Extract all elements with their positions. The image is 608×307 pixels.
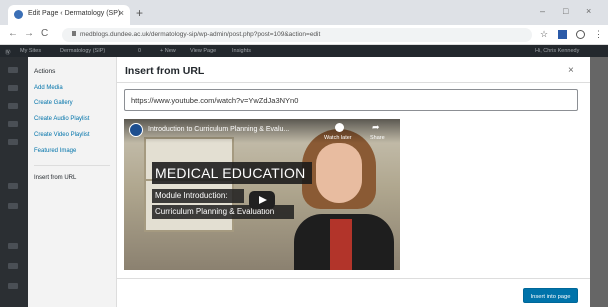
admin-bar-new[interactable]: + New <box>160 48 176 54</box>
media-modal: Actions Add Media Create Gallery Create … <box>28 57 590 307</box>
lock-icon <box>72 31 76 36</box>
admin-bar-comments[interactable]: 0 <box>138 48 141 54</box>
extension-icon[interactable] <box>558 30 567 39</box>
video-embed-preview[interactable]: Introduction to Curriculum Planning & Ev… <box>124 119 400 270</box>
minimize-icon[interactable]: – <box>540 6 545 16</box>
url-input[interactable] <box>124 89 578 111</box>
menu-item-add-media[interactable]: Add Media <box>34 85 63 91</box>
video-title[interactable]: Introduction to Curriculum Planning & Ev… <box>148 126 289 133</box>
wp-admin-bar: Ⓦ My Sites Dermatology (SIP) 0 + New Vie… <box>0 45 608 57</box>
menu-separator <box>34 165 110 166</box>
window-close-icon[interactable]: × <box>586 6 591 16</box>
admin-bar-site-name[interactable]: Dermatology (SIP) <box>60 48 105 54</box>
watch-later-icon[interactable] <box>335 123 344 132</box>
media-icon[interactable] <box>8 103 18 109</box>
settings-icon[interactable] <box>8 283 18 289</box>
wordpress-logo-icon[interactable]: Ⓦ <box>5 48 11 56</box>
share-icon[interactable]: ➦ <box>372 122 380 133</box>
toolbar-divider <box>117 278 590 279</box>
share-label[interactable]: Share <box>370 135 385 141</box>
menu-item-create-gallery[interactable]: Create Gallery <box>34 100 73 106</box>
video-presenter-face <box>316 143 362 203</box>
bookmark-star-icon[interactable]: ☆ <box>540 29 548 40</box>
back-icon[interactable]: ← <box>8 28 18 39</box>
users-icon[interactable] <box>8 243 18 249</box>
comments-icon[interactable] <box>8 139 18 145</box>
media-menu: Actions Add Media Create Gallery Create … <box>28 57 117 307</box>
video-presenter-shirt <box>330 219 352 270</box>
posts-icon[interactable] <box>8 85 18 91</box>
play-button-icon[interactable] <box>249 191 275 209</box>
admin-bar-insights[interactable]: Insights <box>232 48 251 54</box>
tab-title: Edit Page ‹ Dermatology (SP) <box>28 10 121 17</box>
plugins-icon[interactable] <box>8 203 18 209</box>
maximize-icon[interactable]: □ <box>563 6 568 16</box>
menu-item-insert-from-url[interactable]: Insert from URL <box>34 175 76 181</box>
new-tab-button[interactable]: + <box>136 6 143 20</box>
video-subtitle-1: Module Introduction: <box>152 189 244 203</box>
reload-icon[interactable]: C <box>41 28 48 39</box>
modal-backdrop[interactable] <box>590 57 608 307</box>
dashboard-icon[interactable] <box>8 67 18 73</box>
browser-menu-icon[interactable]: ⋮ <box>594 29 603 40</box>
address-bar-row: ← → C medblogs.dundee.ac.uk/dermatology-… <box>0 25 608 45</box>
wp-admin-sidebar <box>0 57 28 307</box>
site-favicon-icon <box>14 10 23 19</box>
profile-icon[interactable] <box>576 30 585 39</box>
address-url: medblogs.dundee.ac.uk/dermatology-sip/wp… <box>80 31 321 38</box>
insert-into-page-button[interactable]: Insert into page <box>523 288 578 303</box>
channel-logo-icon[interactable] <box>129 123 143 137</box>
browser-tab[interactable]: Edit Page ‹ Dermatology (SP) × <box>8 5 130 25</box>
pages-icon[interactable] <box>8 121 18 127</box>
admin-bar-view-page[interactable]: View Page <box>190 48 216 54</box>
header-divider <box>117 82 590 83</box>
close-icon[interactable]: × <box>568 65 574 76</box>
menu-item-create-video-playlist[interactable]: Create Video Playlist <box>34 132 90 138</box>
address-bar[interactable]: medblogs.dundee.ac.uk/dermatology-sip/wp… <box>62 28 532 42</box>
forward-icon[interactable]: → <box>24 28 34 39</box>
menu-item-create-audio-playlist[interactable]: Create Audio Playlist <box>34 116 89 122</box>
video-headline: MEDICAL EDUCATION <box>152 162 312 184</box>
browser-tab-bar: Edit Page ‹ Dermatology (SP) × + – □ × <box>0 0 608 25</box>
admin-bar-user[interactable]: Hi, Chris Kennedy <box>535 48 579 54</box>
admin-bar-my-sites[interactable]: My Sites <box>20 48 41 54</box>
tools-icon[interactable] <box>8 263 18 269</box>
menu-title: Actions <box>34 68 56 75</box>
watch-later-label[interactable]: Watch later <box>324 135 352 141</box>
appearance-icon[interactable] <box>8 183 18 189</box>
modal-title: Insert from URL <box>125 65 205 77</box>
menu-item-featured-image[interactable]: Featured Image <box>34 148 76 154</box>
tab-close-icon[interactable]: × <box>119 8 124 18</box>
